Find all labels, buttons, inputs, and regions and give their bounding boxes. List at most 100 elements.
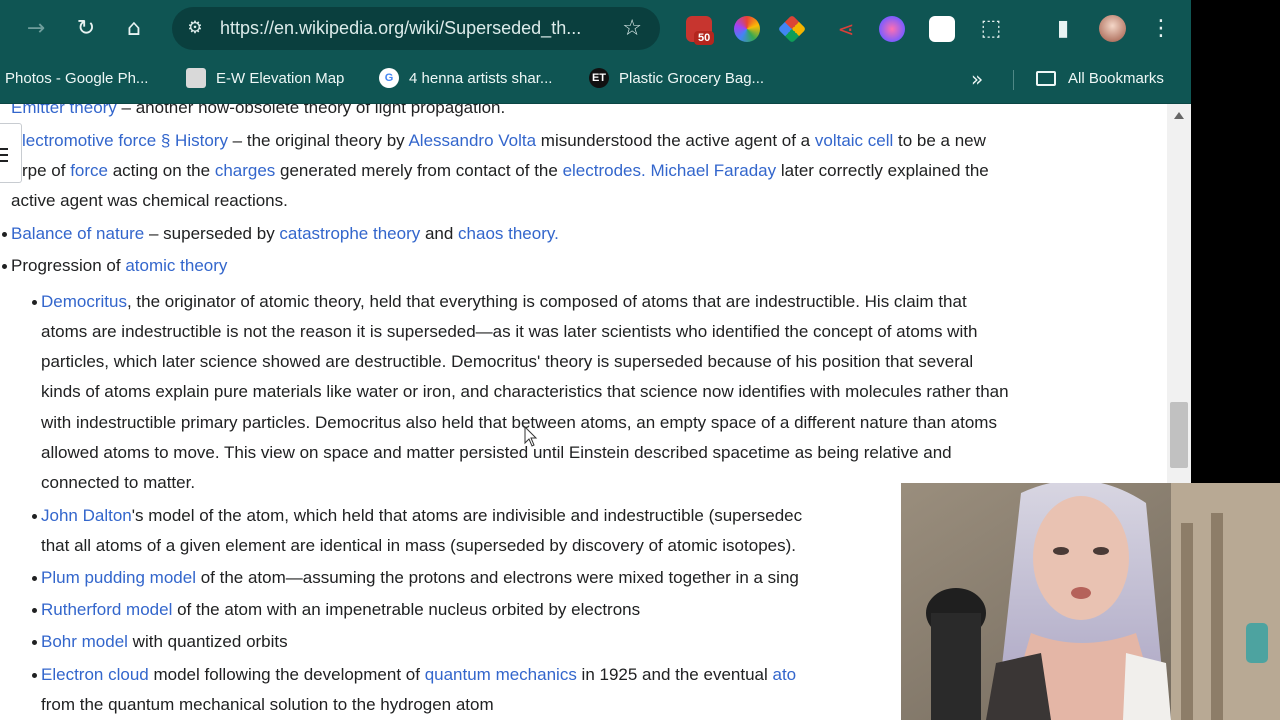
balance-of-nature-link[interactable]: Balance of nature [11, 224, 144, 243]
reload-icon[interactable]: ↻ [73, 16, 99, 42]
bullet [2, 232, 7, 237]
text-line: atoms are indestructible is not the reas… [41, 322, 978, 341]
bookmark-item[interactable]: G 4 henna artists shar... [379, 58, 552, 98]
bookmark-label: 4 henna artists shar... [409, 69, 553, 87]
more-bookmarks-icon[interactable]: » [971, 67, 983, 91]
text: , the originator of atomic theory, held … [126, 292, 967, 311]
bookmark-label: Plastic Grocery Bag... [619, 69, 765, 87]
volta-link[interactable]: Alessandro Volta [408, 131, 536, 150]
rutherford-model-link[interactable]: Rutherford model [41, 600, 172, 619]
text-line: from the quantum mechanical solution to … [41, 695, 494, 714]
brain-extension-icon[interactable] [879, 16, 905, 42]
side-panel-icon[interactable]: ▮ [1050, 16, 1076, 42]
site-info-icon[interactable]: ⚙ [184, 17, 206, 39]
atomic-theory-link[interactable]: atomic theory [125, 256, 227, 275]
list-item: Emitter theory – another now-obsolete th… [11, 104, 505, 123]
menu-line [0, 154, 8, 156]
text-line: with indestructible primary particles. D… [41, 413, 997, 432]
bullet [32, 576, 37, 581]
bookmarks-divider [1013, 70, 1014, 90]
text-line: particles, which later science showed ar… [41, 352, 974, 371]
text: misunderstood the active agent of a [536, 131, 815, 150]
text: of the atom with an impenetrable nucleus… [172, 600, 641, 619]
text: rpe of [22, 161, 71, 180]
electron-cloud-link[interactable]: Electron cloud [41, 665, 149, 684]
text-line: connected to matter. [41, 473, 196, 492]
bullet [32, 608, 37, 613]
voltaic-cell-link[interactable]: voltaic cell [815, 131, 893, 150]
microphone-extension-icon[interactable] [929, 16, 955, 42]
bookmark-item[interactable]: E-W Elevation Map [186, 58, 344, 98]
bookmark-item[interactable]: Photos - Google Ph... [5, 58, 148, 98]
color-picker-extension-icon[interactable] [734, 16, 760, 42]
emitter-theory-link[interactable]: Emitter theory [11, 104, 117, 117]
diamond-extension-icon[interactable] [777, 14, 807, 44]
bookmarks-bar: Photos - Google Ph... E-W Elevation Map … [0, 58, 1191, 104]
plum-pudding-link[interactable]: Plum pudding model [41, 568, 196, 587]
bullet [32, 514, 37, 519]
webcam-overlay [901, 483, 1280, 720]
share-extension-icon[interactable]: ⋖ [833, 16, 859, 42]
list-item: Bohr model with quantized orbits [41, 627, 288, 657]
list-item-continuation: rpe of force acting on the charges gener… [22, 156, 989, 186]
menu-icon[interactable]: ⋮ [1148, 16, 1174, 42]
profile-avatar[interactable] [1099, 15, 1126, 42]
home-icon[interactable]: ⌂ [121, 16, 147, 42]
extensions-icon[interactable]: ⬚ [978, 16, 1004, 42]
list-item: Balance of nature – superseded by catast… [11, 219, 559, 249]
text: generated merely from contact of the [275, 161, 563, 180]
folder-icon [1036, 70, 1056, 86]
text: active agent was chemical reactions. [11, 191, 288, 210]
faraday-link[interactable]: Michael Faraday [650, 161, 776, 180]
screen-background [1191, 0, 1280, 483]
text: with quantized orbits [127, 632, 288, 651]
bookmark-label: Photos - Google Ph... [5, 69, 149, 87]
list-item: Progression of atomic theory [11, 251, 227, 281]
text: – superseded by [144, 224, 280, 243]
emf-history-link[interactable]: lectromotive force § History [22, 131, 228, 150]
charges-link[interactable]: charges [215, 161, 275, 180]
force-link[interactable]: force [70, 161, 108, 180]
text: later correctly explained the [776, 161, 989, 180]
list-item: Rutherford model of the atom with an imp… [41, 595, 640, 625]
atomic-orbital-link[interactable]: ato [773, 665, 797, 684]
text: of the atom—assuming the protons and ele… [195, 568, 799, 587]
list-item: Electron cloud model following the devel… [41, 660, 796, 690]
scroll-up-arrow-icon[interactable] [1174, 112, 1184, 119]
menu-line [0, 148, 8, 150]
menu-line [0, 160, 8, 162]
text-line: that all atoms of a given element are id… [41, 536, 796, 555]
google-icon: G [379, 68, 399, 88]
text: in 1925 and the eventual [576, 665, 773, 684]
john-dalton-link[interactable]: John Dalton [41, 506, 132, 525]
text: – the original theory by [227, 131, 409, 150]
chaos-theory-link[interactable]: chaos theory. [458, 224, 559, 243]
forward-icon[interactable]: → [23, 16, 49, 42]
extension-badge: 50 [694, 31, 715, 45]
text: 's model of the atom, which held that at… [131, 506, 803, 525]
quantum-mechanics-link[interactable]: quantum mechanics [425, 665, 577, 684]
catastrophe-theory-link[interactable]: catastrophe theory [279, 224, 420, 243]
webcam-image [901, 483, 1280, 720]
text: acting on the [108, 161, 215, 180]
list-item-continuation: active agent was chemical reactions. [11, 186, 288, 216]
bohr-model-link[interactable]: Bohr model [41, 632, 128, 651]
url-text[interactable]: https://en.wikipedia.org/wiki/Superseded… [220, 18, 581, 39]
list-item: John Dalton's model of the atom, which h… [41, 501, 802, 531]
bullet [32, 673, 37, 678]
bookmark-star-icon[interactable]: ☆ [622, 16, 642, 41]
text-line: kinds of atoms explain pure materials li… [41, 382, 1009, 401]
sidebar-toggle-button[interactable] [0, 123, 22, 183]
bookmark-item[interactable]: ET Plastic Grocery Bag... [589, 58, 764, 98]
all-bookmarks-button[interactable]: All Bookmarks [1036, 58, 1164, 98]
text: and [420, 224, 459, 243]
list-item: lectromotive force § History – the origi… [22, 126, 986, 156]
et-icon: ET [589, 68, 609, 88]
scrollbar-thumb[interactable] [1170, 402, 1188, 468]
bullet [32, 640, 37, 645]
map-icon [186, 68, 206, 88]
electrodes-link[interactable]: electrodes. [563, 161, 646, 180]
text: to be a new [893, 131, 986, 150]
democritus-link[interactable]: Democritus [41, 292, 127, 311]
address-bar[interactable]: ⚙ https://en.wikipedia.org/wiki/Supersed… [172, 7, 660, 50]
